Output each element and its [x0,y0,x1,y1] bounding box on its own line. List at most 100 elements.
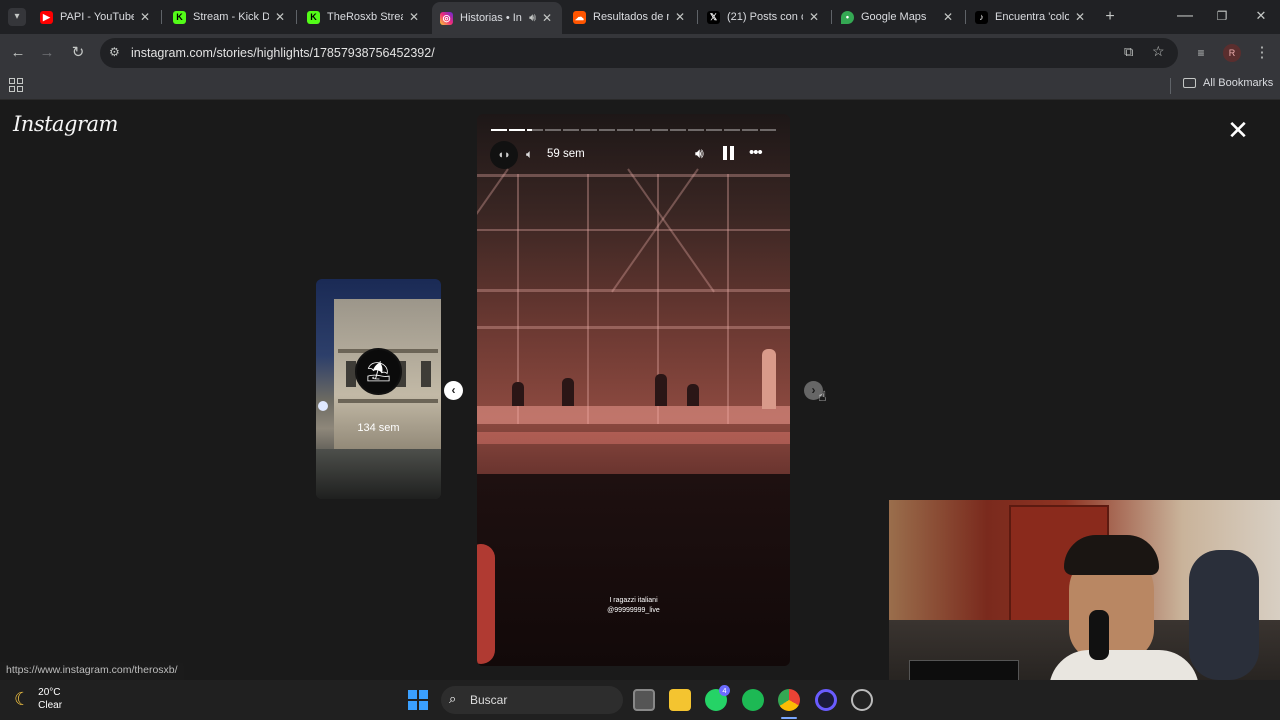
tab-title: (21) Posts con co [727,11,803,23]
muted-indicator-icon: 🔈︎ [526,147,534,161]
new-tab-button[interactable]: + [1101,8,1119,26]
reload-button[interactable]: ↻ [67,42,89,64]
close-tab-icon[interactable]: ✕ [540,11,554,25]
close-window-button[interactable]: ✕ [1252,8,1270,26]
story-progress-segment [670,129,687,131]
reading-list-icon[interactable]: ≡ [1190,42,1212,64]
previous-story-arrow[interactable]: ‹ [444,381,463,400]
close-tab-icon[interactable]: ✕ [673,10,687,24]
story-progress-segment [760,129,776,131]
instagram-logo[interactable]: Instagram [13,112,118,136]
instagram-icon: ◎ [440,11,453,25]
profile-avatar[interactable]: R [1223,44,1241,62]
install-app-icon[interactable]: ⧉ [1124,44,1133,60]
volume-icon[interactable]: 🔊︎ [695,145,704,162]
all-bookmarks-label: All Bookmarks [1203,77,1274,89]
story-progress-segment [706,129,723,131]
tab-title: Encuentra 'colon [995,11,1069,23]
story-progress-segment [616,129,633,131]
tab-therosxb-stream[interactable]: K TheRosxb Stream ✕ [299,4,429,30]
story-progress-fill [526,129,532,131]
bookmarks-bar: All Bookmarks [0,72,1280,100]
task-view-icon[interactable] [633,689,655,711]
weather-desc: Clear [38,700,63,711]
restore-button[interactable]: ❐ [1214,9,1230,25]
cortana-icon[interactable] [815,689,837,711]
tab-kick-stream[interactable]: K Stream - Kick Da ✕ [165,4,295,30]
youtube-icon: ▶ [40,10,53,24]
story-progress-segment [508,129,525,131]
tab-title: Google Maps [861,11,927,23]
tab-youtube[interactable]: ▶ PAPI - YouTube ✕ [32,4,160,30]
spotify-icon[interactable] [742,689,764,711]
story-progress-segment [742,129,759,131]
previous-story-time: 134 sem [357,422,400,434]
back-button[interactable]: ← [7,42,29,64]
apps-grid-icon[interactable] [9,78,23,92]
story-progress-fill [491,129,507,131]
story-avatar[interactable]: ◖◗ [490,141,518,169]
close-tab-icon[interactable]: ✕ [273,10,287,24]
tab-title: Resultados de ra [593,11,669,23]
tab-title: PAPI - YouTube [60,11,134,23]
tab-title: Historias • In [460,12,522,24]
story-progress-segment [724,129,741,131]
story-progress-segment [598,129,615,131]
story-progress-segment [652,129,669,131]
address-bar[interactable]: ⚙︎ instagram.com/stories/highlights/1785… [100,38,1178,68]
start-button[interactable] [408,690,428,710]
browser-menu-icon[interactable]: ⋮ [1251,42,1273,64]
tab-tiktok[interactable]: ♪ Encuentra 'colon ✕ [967,4,1095,30]
weather-widget[interactable]: ☾ 20°C Clear [14,686,62,712]
story-progress-segment [491,129,507,131]
tab-title: TheRosxb Stream [327,11,403,23]
x-icon: 𝕏 [707,10,720,24]
taskbar-search[interactable]: ⌕ Buscar [441,686,623,714]
previous-story-preview[interactable]: ⛱︎ 134 sem [316,279,441,499]
current-story[interactable]: ◖◗ 🔈︎ 59 sem 🔊︎ ••• I ragazzi italiani @… [477,114,790,666]
app-icon[interactable] [851,689,873,711]
folder-icon [1183,78,1196,88]
tab-audio-icon[interactable]: 🔊︎ [529,12,536,25]
tiktok-icon: ♪ [975,10,988,24]
tab-google-maps[interactable]: • Google Maps ✕ [833,4,963,30]
close-tab-icon[interactable]: ✕ [138,10,152,24]
url-text[interactable]: instagram.com/stories/highlights/1785793… [131,46,435,60]
close-tab-icon[interactable]: ✕ [807,10,821,24]
caption-line-1: I ragazzi italiani [609,597,658,604]
tab-soundcloud-results[interactable]: ☁︎ Resultados de ra ✕ [565,4,695,30]
bookmark-star-icon[interactable]: ☆ [1152,43,1165,60]
story-caption: I ragazzi italiani @99999999_live [477,596,790,616]
forward-button[interactable]: → [36,42,58,64]
file-explorer-icon[interactable] [669,689,691,711]
windows-taskbar: ☾ 20°C Clear ⌕ Buscar 4 [0,680,1280,720]
tab-x-posts[interactable]: 𝕏 (21) Posts con co ✕ [699,4,829,30]
search-icon: ⌕ [449,691,457,706]
tab-instagram-stories[interactable]: ◎ Historias • In 🔊︎ ✕ [432,2,562,34]
browser-toolbar: ← → ↻ ⚙︎ instagram.com/stories/highlight… [0,34,1280,72]
story-progress-segment [562,129,579,131]
story-progress-segment [526,129,543,131]
tab-search-button[interactable]: ▾ [8,8,26,26]
story-progress-bars [491,129,776,131]
story-progress-segment [544,129,561,131]
close-stories-button[interactable]: ✕ [1224,116,1252,144]
story-progress-fill [508,129,525,131]
pause-button[interactable] [723,146,735,160]
site-info-icon[interactable]: ⚙︎ [109,45,120,59]
kick-icon: K [307,10,320,24]
tab-title: Stream - Kick Da [193,11,269,23]
close-tab-icon[interactable]: ✕ [941,10,955,24]
caption-line-2[interactable]: @99999999_live [477,606,790,616]
chrome-icon[interactable] [778,689,800,711]
weather-temp: 20°C [38,687,61,698]
story-progress-segment [634,129,651,131]
more-options-icon[interactable]: ••• [749,144,763,161]
all-bookmarks-button[interactable]: All Bookmarks [1183,77,1273,89]
audio-wave-icon: ◖◗ [497,149,511,161]
whatsapp-badge: 4 [719,685,730,696]
close-tab-icon[interactable]: ✕ [1073,10,1087,24]
minimize-button[interactable]: — [1176,8,1194,26]
beach-umbrella-icon: ⛱︎ [365,361,392,383]
close-tab-icon[interactable]: ✕ [407,10,421,24]
